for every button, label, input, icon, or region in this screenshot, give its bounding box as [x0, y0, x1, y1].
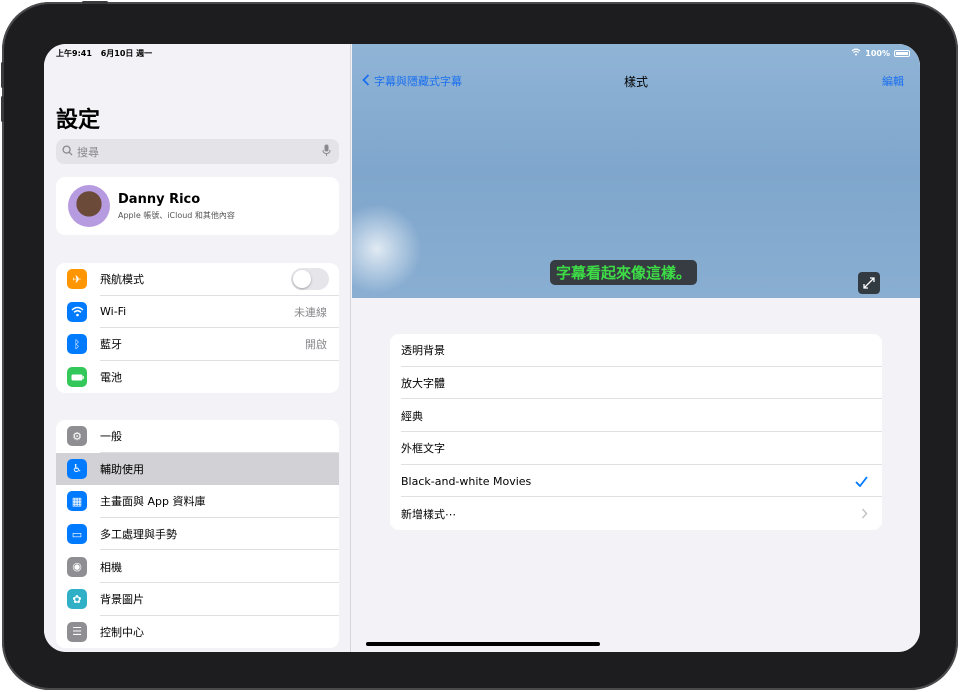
status-bar-left: 上午9:41 6月10日 週一: [56, 48, 158, 59]
style-label: 新增樣式⋯: [401, 507, 456, 521]
style-label: 外框文字: [401, 442, 445, 456]
sidebar-item-wifi[interactable]: Wi-Fi 未連線: [56, 296, 339, 329]
style-label: 透明背景: [401, 344, 445, 358]
general-group: ⚙ 一般 ♿ 輔助使用 ▦ 主畫面與 App 資料庫 ▭ 多工處理與手勢 ◉ 相…: [56, 420, 339, 649]
accessibility-icon: ♿: [67, 458, 87, 479]
status-date: 6月10日 週一: [100, 49, 153, 58]
status-bar-right: 100%: [851, 48, 910, 58]
screen: 上午9:41 6月10日 週一 設定 搜尋 Danny Rico Apple 帳…: [44, 44, 920, 652]
chevron-left-icon: [362, 73, 370, 89]
home-screen-icon: ▦: [67, 491, 87, 512]
sidebar-item-label: Wi-Fi: [100, 305, 127, 319]
expand-button[interactable]: [858, 272, 880, 294]
ipad-frame: 上午9:41 6月10日 週一 設定 搜尋 Danny Rico Apple 帳…: [1, 1, 958, 690]
search-icon: [62, 144, 73, 159]
sidebar-item-label: 輔助使用: [100, 462, 144, 476]
sidebar-item-bluetooth[interactable]: ᛒ 藍牙 開啟: [56, 328, 339, 361]
profile-card[interactable]: Danny Rico Apple 帳號、iCloud 和其他內容: [56, 177, 339, 235]
sidebar-item-label: 多工處理與手勢: [100, 528, 177, 542]
checkmark-icon: [855, 472, 868, 491]
avatar: [68, 185, 110, 227]
microphone-icon[interactable]: [322, 144, 331, 160]
airplane-mode-toggle[interactable]: [291, 268, 329, 291]
caption-preview: 100% 樣式 字幕與隱藏式字幕 編輯 字幕看起來像這樣。: [352, 44, 920, 298]
expand-icon: [863, 277, 875, 289]
style-option-black-and-white[interactable]: Black-and-white Movies: [390, 465, 882, 498]
sidebar-item-airplane-mode[interactable]: ✈ 飛航模式: [56, 263, 339, 296]
chevron-right-icon: [861, 504, 868, 523]
sidebar-item-label: 一般: [100, 430, 122, 444]
profile-subtitle: Apple 帳號、iCloud 和其他內容: [118, 211, 235, 220]
airplane-icon: ✈: [67, 269, 87, 290]
search-placeholder: 搜尋: [77, 145, 99, 159]
sidebar-item-accessibility[interactable]: ♿ 輔助使用: [56, 452, 339, 486]
edit-button[interactable]: 編輯: [882, 73, 904, 89]
sidebar-item-camera[interactable]: ◉ 相機: [56, 550, 339, 583]
wifi-status: 未連線: [294, 305, 327, 319]
connectivity-group: ✈ 飛航模式 Wi-Fi 未連線 ᛒ 藍牙 開啟 電池: [56, 263, 339, 394]
sidebar-item-general[interactable]: ⚙ 一般: [56, 420, 339, 453]
style-option-outline[interactable]: 外框文字: [390, 432, 882, 465]
sidebar-item-multitasking[interactable]: ▭ 多工處理與手勢: [56, 518, 339, 551]
sidebar-item-wallpaper[interactable]: ✿ 背景圖片: [56, 583, 339, 616]
sidebar-item-label: 背景圖片: [100, 593, 144, 607]
home-indicator[interactable]: [366, 642, 600, 646]
sidebar-item-label: 飛航模式: [100, 273, 144, 287]
page-title: 設定: [56, 108, 101, 133]
detail-pane: 100% 樣式 字幕與隱藏式字幕 編輯 字幕看起來像這樣。 透明背景 放大字體 …: [352, 44, 920, 652]
top-button: [82, 1, 108, 4]
cloud-image: [352, 204, 422, 294]
control-center-icon: ☰: [67, 621, 87, 642]
camera-icon: ◉: [67, 556, 87, 577]
wifi-status-icon: [851, 48, 861, 58]
back-label: 字幕與隱藏式字幕: [374, 75, 462, 88]
bluetooth-icon: ᛒ: [67, 334, 87, 355]
profile-name: Danny Rico: [118, 192, 201, 207]
wallpaper-icon: ✿: [67, 589, 87, 610]
sidebar-item-home-screen[interactable]: ▦ 主畫面與 App 資料庫: [56, 485, 339, 518]
caption-sample-text: 字幕看起來像這樣。: [550, 260, 698, 285]
style-label: 放大字體: [401, 377, 445, 391]
status-time: 上午9:41: [56, 49, 92, 58]
gear-icon: ⚙: [67, 426, 87, 447]
battery-percent: 100%: [865, 48, 890, 58]
sidebar-item-label: 控制中心: [100, 625, 144, 639]
volume-button: [1, 62, 4, 88]
multitasking-icon: ▭: [67, 524, 87, 545]
back-button[interactable]: 字幕與隱藏式字幕: [362, 73, 462, 89]
sidebar-item-label: 電池: [100, 371, 122, 385]
wifi-icon: [67, 301, 87, 322]
volume-button-2: [1, 96, 4, 122]
battery-status-icon: [894, 49, 910, 57]
styles-list: 透明背景 放大字體 經典 外框文字 Black-and-white Movies: [390, 334, 882, 531]
add-style-button[interactable]: 新增樣式⋯: [390, 497, 882, 530]
style-option-large-text[interactable]: 放大字體: [390, 367, 882, 400]
style-label: 經典: [401, 409, 423, 423]
sidebar-item-label: 藍牙: [100, 338, 122, 352]
sidebar-item-label: 主畫面與 App 資料庫: [100, 495, 206, 509]
battery-icon: [67, 367, 87, 388]
sidebar-item-battery[interactable]: 電池: [56, 361, 339, 394]
search-input[interactable]: 搜尋: [56, 139, 339, 164]
sidebar-item-control-center[interactable]: ☰ 控制中心: [56, 616, 339, 649]
sidebar-item-label: 相機: [100, 560, 122, 574]
style-option-transparent[interactable]: 透明背景: [390, 334, 882, 367]
style-label: Black-and-white Movies: [401, 474, 532, 488]
bluetooth-status: 開啟: [305, 338, 327, 352]
style-option-classic[interactable]: 經典: [390, 399, 882, 433]
toggle-knob: [293, 270, 311, 289]
settings-sidebar: 上午9:41 6月10日 週一 設定 搜尋 Danny Rico Apple 帳…: [44, 44, 351, 652]
